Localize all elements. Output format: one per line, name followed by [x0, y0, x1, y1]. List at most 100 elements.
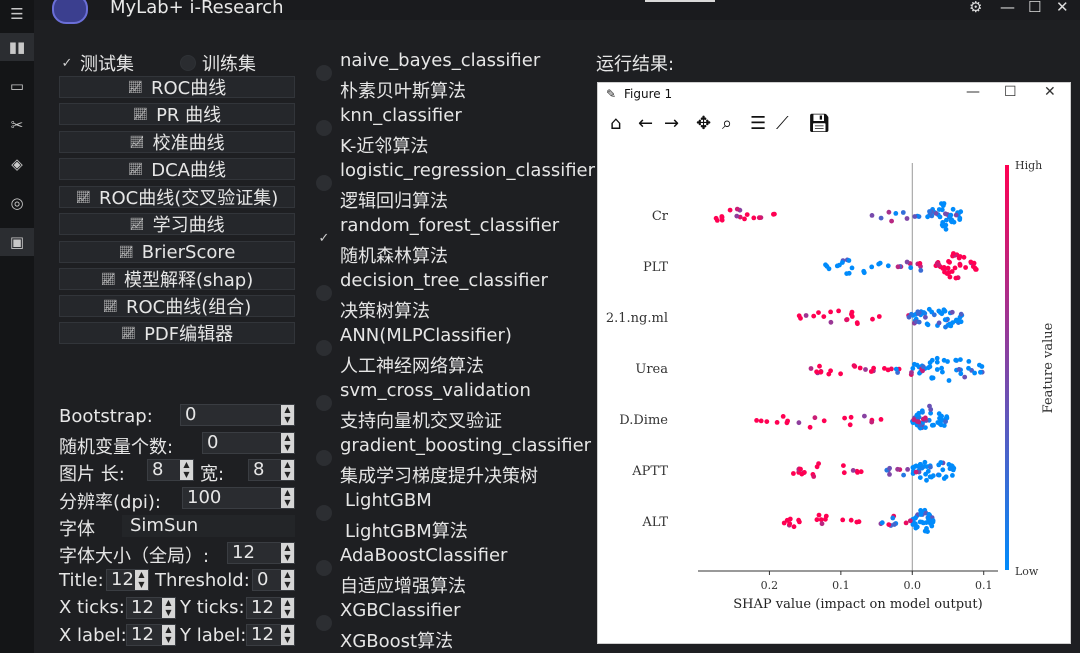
shap-point: [936, 320, 942, 326]
shap-point: [920, 364, 926, 370]
spin-arrows-icon[interactable]: ▲ ▼: [281, 488, 294, 508]
roc-combined-button[interactable]: 📈︎ ROC曲线(组合): [59, 295, 295, 318]
image-length-input[interactable]: 8 ▲ ▼: [147, 459, 194, 481]
shap-point: [744, 212, 750, 217]
forward-arrow-icon[interactable]: →: [664, 113, 679, 134]
spin-arrows-icon[interactable]: ▲ ▼: [281, 570, 294, 590]
layers-nav-icon[interactable]: ◈: [0, 150, 34, 178]
save-figure-icon[interactable]: 💾︎: [808, 113, 831, 134]
shap-point: [968, 259, 974, 265]
test-set-checkbox[interactable]: ✓ 测试集: [60, 50, 134, 76]
zoom-icon[interactable]: ⌕: [722, 113, 732, 134]
figure-close-icon[interactable]: ✕: [1044, 84, 1056, 100]
shap-point: [903, 520, 909, 526]
spin-arrows-icon[interactable]: ▲ ▼: [281, 543, 294, 563]
chart-line-icon: 📈︎: [118, 245, 134, 259]
algo-radio-ann[interactable]: [316, 340, 332, 356]
home-icon[interactable]: ⌂: [610, 113, 621, 134]
xticks-input[interactable]: 12 ▲ ▼: [126, 597, 176, 619]
algo-radio-knn[interactable]: [316, 120, 332, 136]
button-label: PDF编辑器: [144, 324, 234, 345]
window-nav-icon[interactable]: ▭: [0, 72, 34, 100]
dpi-input[interactable]: 100 ▲ ▼: [182, 487, 295, 509]
shap-point: [943, 226, 949, 232]
settings-gear-icon[interactable]: ⚙: [969, 0, 982, 16]
chart-line-icon: 📈︎: [120, 326, 137, 340]
shap-point: [943, 474, 949, 480]
learning-curve-button[interactable]: 📈︎ 学习曲线: [59, 213, 295, 236]
spin-arrows-icon[interactable]: ▲ ▼: [135, 570, 148, 590]
shap-point: [962, 374, 968, 380]
shap-point: [917, 475, 923, 480]
bootstrap-input[interactable]: 0 ▲ ▼: [180, 404, 295, 426]
spin-arrows-icon[interactable]: ▲ ▼: [281, 598, 294, 618]
pdf-editor-button[interactable]: 📈︎ PDF编辑器: [59, 322, 295, 345]
algo-radio-naive-bayes[interactable]: [316, 65, 332, 81]
font-size-input[interactable]: 12 ▲ ▼: [227, 542, 295, 564]
spin-arrows-icon[interactable]: ▲ ▼: [162, 598, 175, 618]
spin-arrows-icon[interactable]: ▲ ▼: [281, 625, 294, 645]
spin-arrows-icon[interactable]: ▲ ▼: [281, 460, 294, 480]
shap-point: [886, 522, 892, 527]
chart-line-icon: 📈︎: [129, 135, 145, 149]
bulb-nav-icon[interactable]: ◎: [0, 189, 34, 217]
shap-point: [856, 519, 862, 525]
shap-point: [851, 363, 857, 368]
shap-point: [918, 510, 924, 515]
spin-arrows-icon[interactable]: ▲ ▼: [281, 433, 294, 453]
scissors-nav-icon[interactable]: ✂: [0, 111, 34, 139]
algo-radio-lightgbm[interactable]: [316, 505, 332, 521]
algo-radio-decision-tree[interactable]: [316, 285, 332, 301]
figure-maximize-icon[interactable]: ☐: [1004, 84, 1017, 100]
shap-point: [821, 418, 827, 424]
font-select[interactable]: SimSun: [122, 515, 295, 537]
brier-score-button[interactable]: 📈︎ BrierScore: [59, 241, 295, 263]
algo-radio-adaboost[interactable]: [316, 560, 332, 576]
random-vars-input[interactable]: 0 ▲ ▼: [202, 432, 295, 454]
train-set-checkbox[interactable]: 训练集: [180, 50, 256, 76]
maximize-icon[interactable]: ☐: [1028, 0, 1041, 16]
algo-radio-gradient-boosting[interactable]: [316, 450, 332, 466]
shap-point: [944, 217, 949, 223]
dca-curve-button[interactable]: 📈︎ DCA曲线: [59, 158, 295, 181]
algo-radio-xgb[interactable]: [316, 615, 332, 631]
xlabel-input[interactable]: 12 ▲ ▼: [126, 624, 176, 646]
algo-name-decision-tree: decision_tree_classifier: [340, 270, 548, 291]
shap-point: [949, 309, 955, 315]
edit-axis-icon[interactable]: ⟋: [776, 113, 789, 134]
algo-radio-svm[interactable]: [316, 395, 332, 411]
shap-point: [838, 371, 843, 377]
shap-point: [885, 263, 891, 269]
configure-subplots-icon[interactable]: ☰: [750, 113, 766, 134]
shap-explain-button[interactable]: 📈︎ 模型解释(shap): [59, 268, 295, 291]
algo-radio-logistic[interactable]: [316, 175, 332, 191]
title-size-input[interactable]: 12 ▲ ▼: [106, 569, 149, 591]
close-icon[interactable]: ✕: [1056, 0, 1069, 16]
image-nav-icon[interactable]: ▣: [0, 228, 34, 256]
shap-point: [929, 422, 935, 428]
shap-point: [791, 524, 797, 530]
roc-curve-button[interactable]: 📈︎ ROC曲线: [59, 76, 295, 99]
algo-desc-decision-tree: 决策树算法: [340, 301, 430, 322]
minimize-icon[interactable]: —: [1000, 0, 1015, 16]
algo-radio-random-forest[interactable]: ✓: [316, 230, 332, 246]
back-arrow-icon[interactable]: ←: [638, 113, 653, 134]
shap-point: [900, 210, 906, 215]
shap-point: [890, 515, 896, 521]
figure-minimize-icon[interactable]: —: [966, 84, 980, 100]
roc-cv-button[interactable]: 📈︎ ROC曲线(交叉验证集): [59, 186, 295, 209]
algo-name-knn: knn_classifier: [340, 105, 462, 126]
shap-point: [828, 309, 833, 315]
spin-arrows-icon[interactable]: ▲ ▼: [162, 625, 175, 645]
image-width-input[interactable]: 8 ▲ ▼: [248, 459, 295, 481]
calibration-curve-button[interactable]: 📈︎ 校准曲线: [59, 131, 295, 154]
threshold-input[interactable]: 0 ▲ ▼: [252, 569, 295, 591]
yticks-input[interactable]: 12 ▲ ▼: [246, 597, 295, 619]
chart-nav-icon[interactable]: ▮▮: [0, 33, 34, 61]
menu-icon[interactable]: ☰: [0, 0, 34, 28]
ylabel-input[interactable]: 12 ▲ ▼: [246, 624, 295, 646]
spin-arrows-icon[interactable]: ▲ ▼: [180, 460, 193, 480]
pr-curve-button[interactable]: 📈︎ PR 曲线: [59, 103, 295, 126]
spin-arrows-icon[interactable]: ▲ ▼: [281, 405, 294, 425]
pan-icon[interactable]: ✥: [696, 113, 711, 134]
